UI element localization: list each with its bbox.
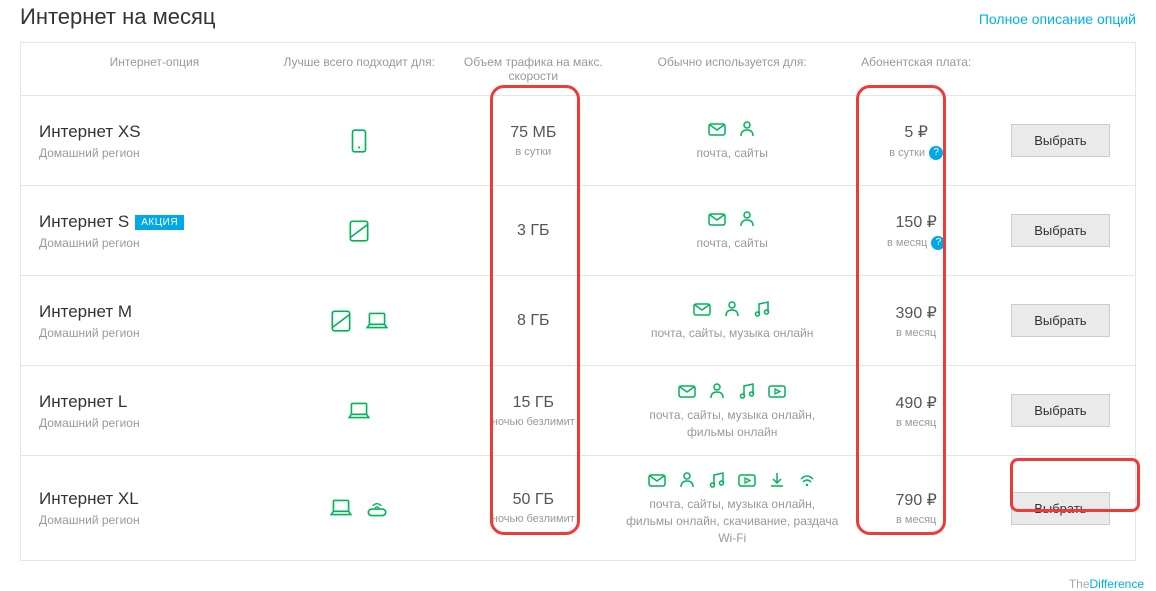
price: 490 ₽ — [847, 393, 986, 413]
person-icon — [722, 299, 742, 319]
usage-desc: почта, сайты, музыка онлайн — [618, 325, 847, 342]
price-sub: в месяц — [847, 417, 986, 429]
download-icon — [767, 470, 787, 490]
select-button[interactable]: Выбрать — [1011, 124, 1109, 157]
traffic-sub: ночью безлимит — [449, 416, 618, 428]
promo-badge: АКЦИЯ — [135, 215, 184, 230]
price: 790 ₽ — [847, 490, 986, 510]
table-row: Интернет XL Домашний регион 50 ГБ ночью без… — [21, 456, 1135, 560]
usage-desc: почта, сайты, музыка онлайн, фильмы онла… — [618, 496, 847, 546]
video-icon — [767, 381, 787, 401]
music-icon — [737, 381, 757, 401]
person-icon — [677, 470, 697, 490]
plan-name: Интернет L — [39, 392, 127, 412]
music-icon — [752, 299, 772, 319]
person-icon — [707, 381, 727, 401]
traffic-amount: 8 ГБ — [449, 312, 618, 330]
usage-desc: почта, сайты — [618, 235, 847, 252]
video-icon — [737, 470, 757, 490]
plan-name: Интернет XS — [39, 122, 141, 142]
laptop-icon — [327, 495, 355, 521]
plan-region: Домашний регион — [39, 416, 270, 430]
col-usage: Обычно используется для: — [618, 55, 847, 83]
plan-region: Домашний регион — [39, 326, 270, 340]
page-title: Интернет на месяц — [20, 4, 215, 30]
wifi-icon — [797, 470, 817, 490]
price-sub: в сутки? — [847, 146, 986, 160]
select-button[interactable]: Выбрать — [1011, 214, 1109, 247]
table-row: Интернет XS Домашний регион 75 МБ в суткипо… — [21, 96, 1135, 186]
table-row: Интернет L Домашний регион 15 ГБ ночью безл… — [21, 366, 1135, 456]
info-icon[interactable]: ? — [929, 146, 943, 160]
price: 150 ₽ — [847, 212, 986, 232]
usage-desc: почта, сайты — [618, 145, 847, 162]
mail-icon — [647, 470, 667, 490]
col-traffic: Объем трафика на макс. скорости — [449, 55, 618, 83]
router-icon — [363, 495, 391, 521]
col-best-for: Лучше всего подходит для: — [270, 55, 449, 83]
mail-icon — [677, 381, 697, 401]
person-icon — [737, 209, 757, 229]
col-fee: Абонентская плата: — [847, 55, 986, 83]
traffic-sub: в сутки — [449, 146, 618, 158]
mail-icon — [707, 119, 727, 139]
traffic-amount: 3 ГБ — [449, 222, 618, 240]
price-sub: в месяц — [847, 514, 986, 526]
traffic-sub: ночью безлимит — [449, 513, 618, 525]
table-row: Интернет S АКЦИЯ Домашний регион 3 ГБпочта,… — [21, 186, 1135, 276]
plan-region: Домашний регион — [39, 236, 270, 250]
col-option: Интернет-опция — [21, 55, 270, 83]
traffic-amount: 50 ГБ — [449, 491, 618, 509]
price: 5 ₽ — [847, 122, 986, 142]
plan-name: Интернет M — [39, 302, 132, 322]
watermark: TheDifference — [0, 571, 1156, 591]
price: 390 ₽ — [847, 303, 986, 323]
tablet-icon — [327, 308, 355, 334]
laptop-icon — [345, 398, 373, 424]
plan-name: Интернет XL — [39, 489, 139, 509]
usage-desc: почта, сайты, музыка онлайн, фильмы онла… — [618, 407, 847, 441]
plans-table: Интернет-опция Лучше всего подходит для:… — [20, 42, 1136, 561]
select-button[interactable]: Выбрать — [1011, 492, 1109, 525]
tablet-icon — [345, 218, 373, 244]
music-icon — [707, 470, 727, 490]
plan-region: Домашний регион — [39, 513, 270, 527]
full-description-link[interactable]: Полное описание опций — [979, 11, 1136, 27]
laptop-icon — [363, 308, 391, 334]
mail-icon — [692, 299, 712, 319]
select-button[interactable]: Выбрать — [1011, 394, 1109, 427]
select-button[interactable]: Выбрать — [1011, 304, 1109, 337]
table-header: Интернет-опция Лучше всего подходит для:… — [21, 43, 1135, 96]
info-icon[interactable]: ? — [931, 236, 945, 250]
traffic-amount: 75 МБ — [449, 124, 618, 142]
price-sub: в месяц — [847, 327, 986, 339]
table-row: Интернет M Домашний регион 8 ГБпочта, сайт… — [21, 276, 1135, 366]
traffic-amount: 15 ГБ — [449, 394, 618, 412]
price-sub: в месяц? — [847, 236, 986, 250]
plan-name: Интернет S — [39, 212, 129, 232]
phone-icon — [345, 128, 373, 154]
mail-icon — [707, 209, 727, 229]
plan-region: Домашний регион — [39, 146, 270, 160]
person-icon — [737, 119, 757, 139]
